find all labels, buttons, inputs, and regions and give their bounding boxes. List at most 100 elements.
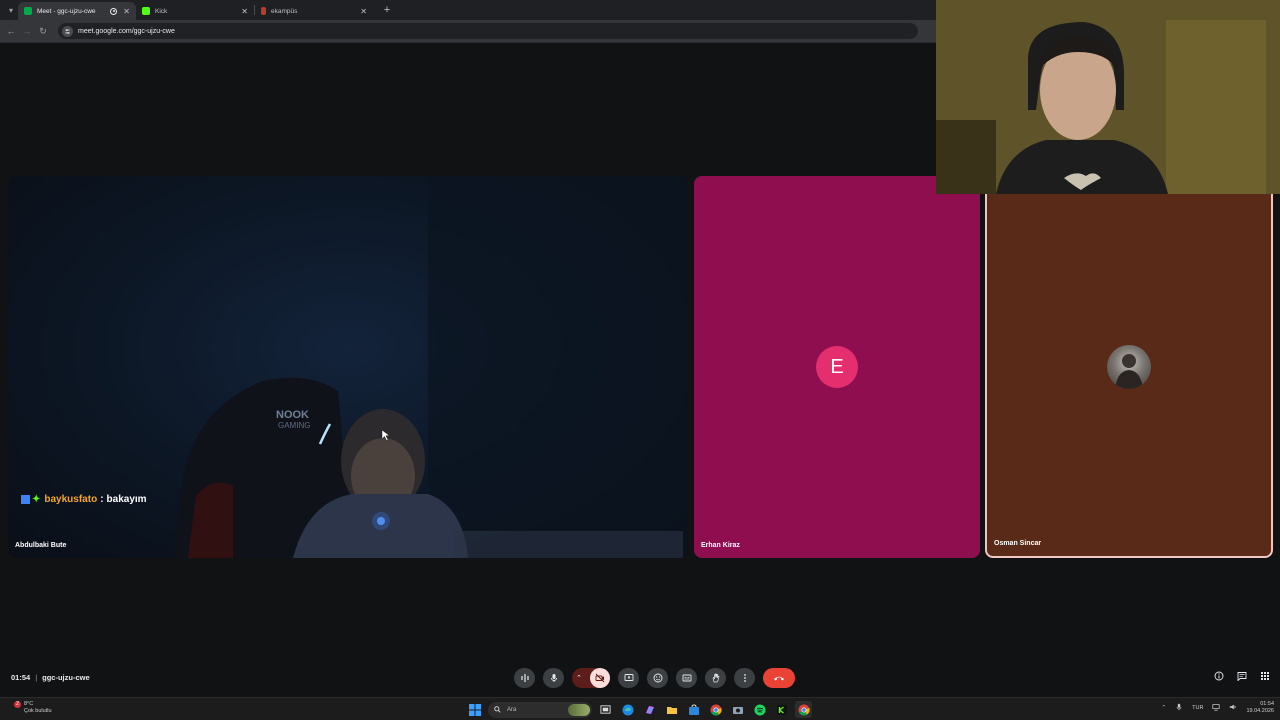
chat-username: baykusfato	[44, 494, 98, 505]
store-button[interactable]	[685, 701, 702, 718]
participant-name: Abdulbaki Bute	[15, 542, 67, 549]
close-icon[interactable]: ✕	[123, 7, 130, 16]
camera-toggle-group[interactable]: ⌃	[572, 668, 610, 688]
chat-separator: :	[100, 494, 104, 505]
chrome-button[interactable]	[707, 701, 724, 718]
address-bar[interactable]: meet.google.com/ggc-ujzu-cwe	[58, 23, 918, 39]
tab-title: Meet - ggc-ujzu-cwe	[37, 7, 96, 15]
task-view-button[interactable]	[597, 701, 614, 718]
activities-button[interactable]	[1260, 671, 1270, 681]
microphone-button[interactable]	[543, 668, 564, 688]
camera-icon	[732, 706, 743, 714]
new-tab-button[interactable]: +	[379, 2, 395, 18]
more-vert-icon	[743, 674, 746, 682]
close-icon[interactable]: ✕	[360, 7, 367, 16]
screen: ▾ Meet - ggc-ujzu-cwe ✕ Kick ✕ ekampüs ✕…	[0, 0, 1280, 720]
meeting-details-button[interactable]	[1214, 671, 1224, 681]
recording-icon	[110, 7, 118, 15]
meeting-info: 01:54 | ggc-ujzu-cwe	[11, 673, 90, 682]
equalizer-icon	[520, 674, 529, 682]
chrome-icon	[798, 704, 810, 715]
chat-button[interactable]	[1237, 671, 1247, 681]
tab-meet[interactable]: Meet - ggc-ujzu-cwe ✕	[18, 2, 136, 20]
raise-hand-button[interactable]	[705, 668, 726, 688]
file-explorer-button[interactable]	[663, 701, 680, 718]
camera-off-button[interactable]	[590, 668, 610, 688]
meeting-code: ggc-ujzu-cwe	[42, 673, 90, 682]
weather-widget[interactable]: 2 8°C Çok bulutlu	[10, 701, 52, 715]
folder-icon	[666, 706, 677, 714]
participant-tile-main[interactable]: NOOK GAMING ✦ baykusfato : bakayım Abdul…	[8, 176, 688, 558]
chat-message: bakayım	[106, 494, 147, 505]
hand-icon	[712, 673, 719, 683]
tab-search-icon[interactable]: ▾	[4, 3, 18, 17]
camera-app-button[interactable]	[729, 701, 746, 718]
chat-overlay: ✦ baykusfato : bakayım	[21, 494, 147, 505]
search-placeholder: Ara	[507, 706, 517, 713]
tab-title: Kick	[155, 7, 168, 15]
back-arrow-icon[interactable]: ←	[4, 24, 18, 38]
taskbar-clock[interactable]: 01:54 19.04.2026	[1246, 701, 1274, 715]
toolbar-divider	[0, 42, 936, 43]
forward-arrow-icon[interactable]: →	[20, 24, 34, 38]
microphone-icon	[550, 674, 557, 682]
reload-icon[interactable]: ↻	[36, 24, 50, 38]
more-options-button[interactable]	[734, 668, 755, 688]
language-indicator[interactable]: TUR	[1192, 705, 1203, 711]
kick-favicon-icon	[142, 7, 150, 15]
spotify-button[interactable]	[751, 701, 768, 718]
store-icon	[688, 703, 699, 715]
copilot-icon	[645, 705, 654, 714]
captions-icon	[682, 674, 691, 682]
end-call-button[interactable]	[763, 668, 795, 688]
present-icon	[624, 674, 633, 681]
volume-icon[interactable]	[1229, 703, 1237, 713]
windows-icon	[468, 703, 481, 716]
chevron-up-icon[interactable]: ⌃	[576, 674, 582, 682]
meeting-info-separator: |	[35, 673, 38, 682]
microphone-tray-icon[interactable]	[1175, 703, 1183, 713]
kick-icon	[776, 704, 787, 715]
chat-icon	[1237, 672, 1247, 681]
clock-time: 01:54	[1260, 701, 1274, 707]
call-controls: ⌃	[514, 668, 795, 688]
search-highlight-image	[568, 703, 590, 716]
emoji-icon	[653, 673, 662, 683]
participant-name: Erhan Kiraz	[701, 542, 740, 549]
site-info-icon[interactable]	[62, 25, 73, 37]
microphone-icon	[1176, 703, 1182, 711]
captions-button[interactable]	[676, 668, 697, 688]
tab-kick[interactable]: Kick ✕	[136, 2, 254, 20]
avatar	[1107, 345, 1151, 389]
audio-settings-button[interactable]	[514, 668, 535, 688]
search-icon	[494, 706, 501, 713]
network-icon[interactable]	[1212, 703, 1221, 713]
notification-badge: 2	[14, 701, 21, 708]
edge-icon	[622, 704, 633, 715]
avatar: E	[816, 346, 858, 388]
tab-title: ekampüs	[271, 7, 298, 15]
present-screen-button[interactable]	[618, 668, 639, 688]
system-tray: ⌃ TUR 01:54 19.04.2026	[1162, 701, 1274, 715]
kick-app-button[interactable]	[773, 701, 790, 718]
taskbar-apps: Ara	[466, 701, 812, 718]
tab-ekampus[interactable]: ekampüs ✕	[255, 2, 373, 20]
chrome-active-button[interactable]	[795, 701, 812, 718]
meeting-side-controls	[1214, 671, 1270, 681]
weather-temp: 8°C	[24, 701, 34, 707]
edge-button[interactable]	[619, 701, 636, 718]
participant-tile-erhan[interactable]: E Erhan Kiraz	[694, 176, 980, 558]
copilot-button[interactable]	[641, 701, 658, 718]
start-button[interactable]	[466, 701, 483, 718]
taskbar-search[interactable]: Ara	[488, 701, 592, 718]
chrome-icon	[710, 704, 722, 715]
task-view-icon	[600, 705, 611, 714]
participant-tile-osman[interactable]: Osman Sincar	[985, 176, 1273, 558]
camera-off-icon	[595, 673, 605, 683]
grid-icon	[1261, 672, 1269, 680]
emoji-button[interactable]	[647, 668, 668, 688]
chevron-up-icon[interactable]: ⌃	[1162, 705, 1167, 711]
close-icon[interactable]: ✕	[241, 7, 248, 16]
svg-text:GAMING: GAMING	[278, 421, 310, 430]
meeting-time: 01:54	[11, 673, 31, 682]
